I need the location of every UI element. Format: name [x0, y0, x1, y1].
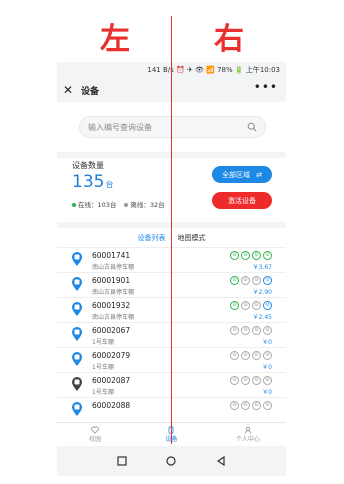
device-id: 60002067 — [92, 326, 131, 335]
device-location: 南山古县停车棚 — [92, 264, 135, 271]
heart-icon — [91, 426, 100, 434]
activate-device-button[interactable]: 激活设备 — [212, 192, 272, 209]
port-status-icon: ⊙ — [230, 251, 239, 260]
port-status-icon: ⊙ — [230, 401, 239, 410]
online-dot-icon — [72, 203, 76, 207]
device-amount: ￥0 — [262, 339, 272, 346]
port-status-icon: ⊙ — [252, 376, 261, 385]
port-status-icon: ⊙ — [263, 276, 272, 285]
location-pin-icon — [72, 302, 82, 316]
port-status-icon: ⊙ — [241, 251, 250, 260]
port-status-icon: ⊙ — [241, 301, 250, 310]
tab-device-list[interactable]: 设备列表 — [138, 233, 166, 243]
port-status-icon: ⊙ — [263, 326, 272, 335]
screenshot-root: 左 右 141 B/s ⏰ ✈ 👁 📶 78% 🔋 上午10:03 ✕ 设备 •… — [0, 0, 344, 484]
device-amount: ￥0 — [262, 364, 272, 371]
device-id: 60001741 — [92, 251, 131, 260]
all-area-button[interactable]: 全部区域 ⇄ — [212, 166, 272, 183]
port-status-icon: ⊙ — [241, 401, 250, 410]
location-pin-icon — [72, 402, 82, 416]
port-status-icon: ⊙ — [230, 301, 239, 310]
port-status-icon: ⊙ — [252, 251, 261, 260]
search-placeholder: 输入编号查询设备 — [88, 122, 152, 132]
device-location: 1号车棚 — [92, 389, 114, 396]
port-status-icon: ⊙ — [263, 351, 272, 360]
online-text: 在线：103台 — [78, 201, 117, 209]
port-status-icon: ⊙ — [230, 351, 239, 360]
port-status-icon: ⊙ — [263, 401, 272, 410]
port-status-icons: ⊙ ⊙ ⊙ ⊙ — [230, 351, 272, 360]
device-location: 南山古县停车棚 — [92, 314, 135, 321]
device-location: 1号车棚 — [92, 339, 114, 346]
port-status-icons: ⊙ ⊙ ⊙ ⊙ — [230, 276, 272, 285]
search-input[interactable]: 输入编号查询设备 — [79, 116, 266, 138]
device-id: 60002079 — [92, 351, 131, 360]
port-status-icon: ⊙ — [241, 376, 250, 385]
location-pin-icon — [72, 252, 82, 266]
device-location: 1号车棚 — [92, 364, 114, 371]
location-pin-icon — [72, 327, 82, 341]
swap-icon: ⇄ — [256, 170, 262, 179]
port-status-icon: ⊙ — [252, 301, 261, 310]
offline-text: 离线：32台 — [130, 201, 165, 209]
bottom-nav-campus[interactable]: 校园 — [57, 423, 133, 446]
page-title: 设备 — [81, 86, 100, 97]
close-icon[interactable]: ✕ — [63, 83, 77, 97]
status-text: 141 B/s ⏰ ✈ 👁 📶 78% 🔋 上午10:03 — [147, 66, 280, 74]
port-status-icons: ⊙ ⊙ ⊙ ⊙ — [230, 251, 272, 260]
device-amount: ￥0 — [262, 389, 272, 396]
search-icon[interactable] — [247, 122, 257, 132]
device-count: 135台 — [72, 172, 113, 192]
device-count-label: 设备数量 — [72, 161, 104, 170]
device-id: 60001932 — [92, 301, 131, 310]
annotation-left-label: 左 — [100, 22, 130, 57]
port-status-icon: ⊙ — [230, 326, 239, 335]
tab-map-mode[interactable]: 地图模式 — [178, 233, 206, 243]
all-area-label: 全部区域 — [222, 170, 251, 179]
device-id: 60002088 — [92, 401, 131, 410]
port-status-icon: ⊙ — [263, 301, 272, 310]
device-count-unit: 台 — [105, 180, 114, 189]
device-stats: 在线：103台 离线：32台 — [72, 199, 165, 209]
back-icon[interactable] — [216, 456, 226, 466]
device-id: 60002087 — [92, 376, 131, 385]
port-status-icons: ⊙ ⊙ ⊙ ⊙ — [230, 376, 272, 385]
annotation-right-label: 右 — [214, 22, 244, 57]
offline-stat: 离线：32台 — [124, 199, 165, 209]
port-status-icon: ⊙ — [263, 251, 272, 260]
port-status-icon: ⊙ — [252, 276, 261, 285]
offline-dot-icon — [124, 203, 129, 207]
location-pin-icon — [72, 352, 82, 366]
device-count-value: 135 — [72, 172, 105, 192]
location-pin-icon — [72, 377, 82, 391]
device-amount: ￥2.90 — [252, 289, 272, 296]
port-status-icon: ⊙ — [241, 326, 250, 335]
device-id: 60001901 — [92, 276, 131, 285]
location-pin-icon — [72, 277, 82, 291]
bottom-nav-profile[interactable]: 个人中心 — [210, 423, 286, 446]
device-amount: ￥2.45 — [252, 314, 272, 321]
online-stat: 在线：103台 — [72, 199, 116, 209]
port-status-icon: ⊙ — [241, 351, 250, 360]
port-status-icon: ⊙ — [252, 401, 261, 410]
divider-red-line — [171, 16, 172, 444]
port-status-icon: ⊙ — [252, 326, 261, 335]
port-status-icons: ⊙ ⊙ ⊙ ⊙ — [230, 301, 272, 310]
port-status-icons: ⊙ ⊙ ⊙ ⊙ — [230, 401, 272, 410]
port-status-icon: ⊙ — [263, 376, 272, 385]
recent-apps-icon[interactable] — [117, 456, 127, 466]
port-status-icon: ⊙ — [230, 376, 239, 385]
port-status-icon: ⊙ — [241, 276, 250, 285]
home-icon[interactable] — [166, 456, 177, 466]
port-status-icon: ⊙ — [252, 351, 261, 360]
system-nav-bar — [57, 446, 286, 476]
device-amount: ￥3.67 — [252, 264, 272, 271]
more-icon[interactable]: ••• — [254, 80, 278, 94]
device-location: 南山古县停车棚 — [92, 289, 135, 296]
port-status-icons: ⊙ ⊙ ⊙ ⊙ — [230, 326, 272, 335]
port-status-icon: ⊙ — [230, 276, 239, 285]
bottom-nav-campus-label: 校园 — [89, 436, 102, 443]
bottom-nav-profile-label: 个人中心 — [235, 436, 260, 443]
user-icon — [244, 426, 252, 434]
